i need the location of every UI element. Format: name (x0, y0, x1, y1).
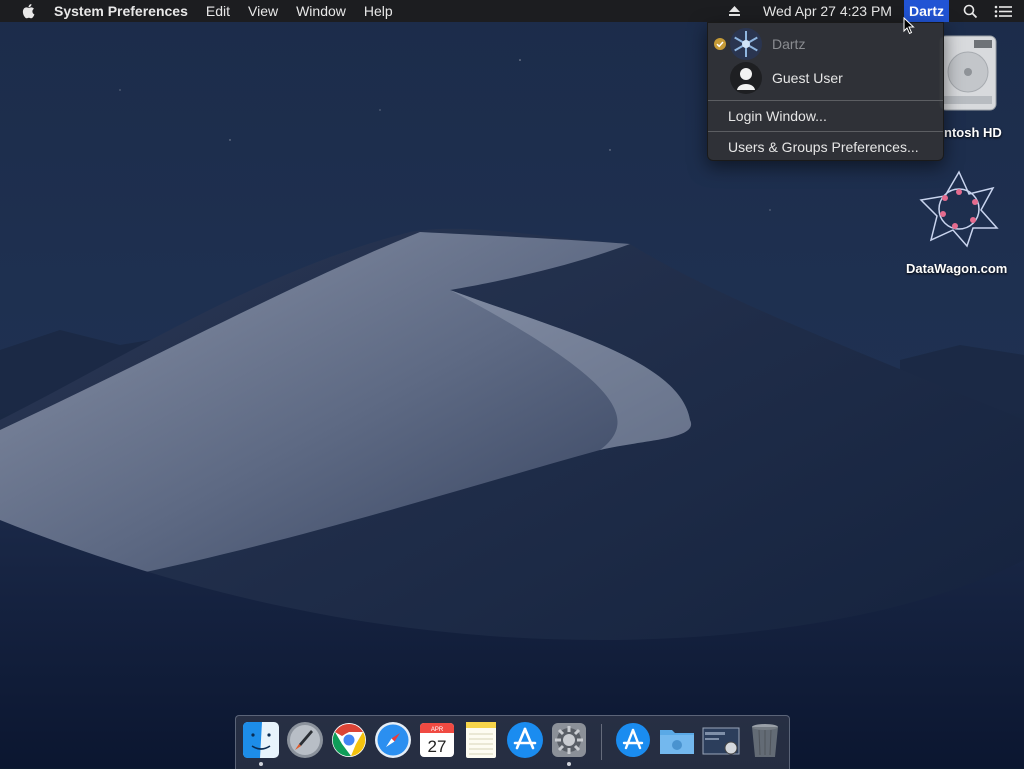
calendar-month: APR (431, 727, 444, 733)
running-indicator (567, 762, 571, 766)
datawagon-label[interactable]: DataWagon.com (906, 261, 1007, 276)
menu-user-guest-label: Guest User (772, 70, 843, 86)
finder-icon[interactable] (241, 720, 281, 760)
checkmark-icon (713, 37, 727, 51)
dock-divider (601, 724, 602, 760)
empty-check-slot (713, 71, 727, 85)
launchpad-icon[interactable] (285, 720, 325, 760)
downloads-folder-icon[interactable] (657, 720, 697, 760)
menu-user-guest[interactable]: Guest User (708, 61, 943, 95)
menu-separator (708, 131, 943, 132)
clock[interactable]: Wed Apr 27 4:23 PM (755, 0, 900, 22)
user-switch-menu: Dartz Guest User Login Window... Users &… (707, 22, 944, 161)
dock: APR 27 (235, 715, 790, 769)
menu-edit[interactable]: Edit (197, 0, 239, 22)
notes-icon[interactable] (461, 720, 501, 760)
menu-user-dartz-label: Dartz (772, 36, 806, 52)
eject-icon[interactable] (720, 5, 749, 17)
app-store-icon[interactable] (505, 720, 545, 760)
notification-center-icon[interactable] (986, 5, 1024, 18)
apple-icon[interactable] (18, 0, 38, 22)
safari-icon[interactable] (373, 720, 413, 760)
system-preferences-icon[interactable] (549, 720, 589, 760)
screenshot-stack-icon[interactable] (701, 720, 741, 760)
hard-drive-label[interactable]: ntosh HD (944, 125, 1002, 140)
menu-window[interactable]: Window (287, 0, 355, 22)
menu-app-name[interactable]: System Preferences (52, 0, 197, 22)
menu-help[interactable]: Help (355, 0, 402, 22)
trash-icon[interactable] (745, 720, 785, 760)
running-indicator (259, 762, 263, 766)
chrome-icon[interactable] (329, 720, 369, 760)
applications-stack-icon[interactable] (613, 720, 653, 760)
silhouette-avatar (730, 62, 762, 94)
snowflake-avatar (730, 28, 762, 60)
calendar-icon[interactable]: APR 27 (417, 720, 457, 760)
users-groups-preferences-item[interactable]: Users & Groups Preferences... (728, 139, 919, 155)
menu-separator (708, 100, 943, 101)
menu-bar: System Preferences Edit View Window Help… (0, 0, 1024, 22)
spotlight-search-icon[interactable] (955, 4, 986, 19)
login-window-item[interactable]: Login Window... (728, 108, 827, 124)
datawagon-star-icon[interactable] (917, 170, 1001, 248)
mouse-cursor-icon (903, 17, 915, 35)
menu-view[interactable]: View (239, 0, 287, 22)
calendar-day: 27 (428, 737, 447, 756)
